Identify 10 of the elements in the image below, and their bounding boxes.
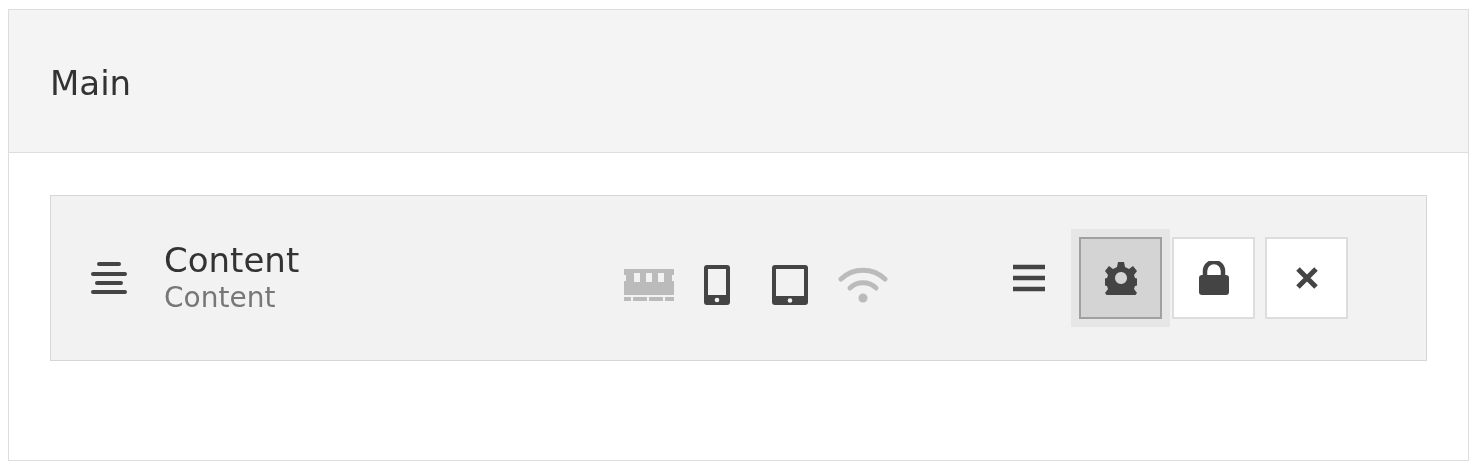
panel-title: Main — [50, 63, 132, 103]
close-button[interactable] — [1265, 237, 1348, 319]
settings-icon — [1104, 261, 1137, 295]
block-subtitle: Content — [164, 280, 277, 316]
block-title: Content — [164, 240, 301, 280]
close-icon — [1294, 266, 1319, 290]
lock-button[interactable] — [1172, 237, 1255, 319]
lock-icon — [1197, 261, 1230, 295]
menu-icon[interactable] — [1013, 264, 1045, 292]
block-icon[interactable] — [91, 262, 127, 294]
